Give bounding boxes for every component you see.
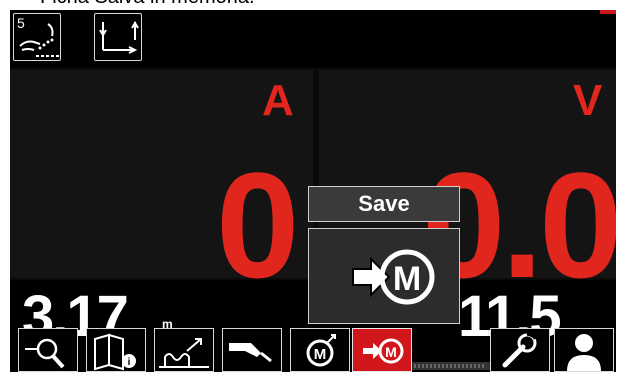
current-value: 0 xyxy=(216,141,299,309)
welder-screen: 5 A 0 V 0.0 3.17 m 11.5 Save M i M M xyxy=(10,10,616,372)
save-title: Save xyxy=(308,186,460,222)
save-to-memory-icon: M xyxy=(352,249,435,305)
caption-text: Ficha Salva in memoria. xyxy=(0,0,620,8)
process-tig-hand-icon xyxy=(19,23,60,57)
status-marker xyxy=(600,10,616,14)
manual-info-button[interactable]: i xyxy=(86,328,146,372)
svg-text:M: M xyxy=(314,346,327,363)
user-button[interactable] xyxy=(554,328,614,372)
top-bar: 5 xyxy=(10,10,616,68)
svg-text:i: i xyxy=(128,357,131,368)
process-button[interactable]: 5 xyxy=(13,13,61,61)
current-panel: A 0 xyxy=(10,70,313,300)
save-memory-icon: M xyxy=(363,338,404,364)
search-icon xyxy=(25,338,65,369)
torch-button[interactable] xyxy=(222,328,282,372)
svg-text:M: M xyxy=(385,344,397,360)
volts-unit: V xyxy=(573,76,603,125)
weld-settings-icon xyxy=(159,338,209,368)
recall-memory-button[interactable]: M xyxy=(290,328,350,372)
wrench-icon xyxy=(502,331,537,368)
save-memory-toolbar-button[interactable]: M xyxy=(352,328,412,372)
user-icon xyxy=(567,334,601,371)
weld-settings-button[interactable] xyxy=(154,328,214,372)
search-button[interactable] xyxy=(18,328,78,372)
save-memory-button[interactable]: M xyxy=(308,228,460,324)
manual-info-icon: i xyxy=(94,333,136,371)
trigger-mode-button[interactable] xyxy=(94,13,142,61)
trigger-2step-icon xyxy=(99,21,139,54)
svg-text:M: M xyxy=(393,260,421,298)
amps-unit: A xyxy=(262,76,294,125)
settings-button[interactable] xyxy=(490,328,550,372)
recall-memory-icon: M xyxy=(306,334,336,367)
memory-slot-indicator xyxy=(412,362,490,370)
torch-icon xyxy=(229,343,272,363)
